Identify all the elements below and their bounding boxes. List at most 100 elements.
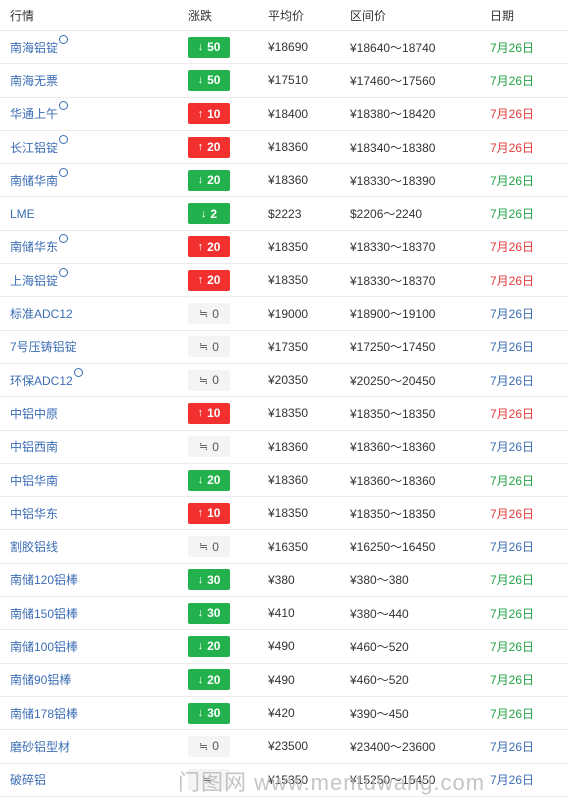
table-row[interactable]: 南储120铝棒 ↓ 30 ¥380 ¥380～380 7月26日 [0, 564, 568, 598]
quote-date: 7月26日 [490, 340, 535, 355]
price-range: ¥18350～18350 [350, 406, 436, 421]
arrow-up-icon: ↑ [197, 274, 204, 287]
row-change-cell: ↑ 20 [188, 236, 268, 258]
table-row[interactable]: 长江铝锭 ↑ 20 ¥18360 ¥18340～18380 7月26日 [0, 131, 568, 165]
price-range: ¥18900～19100 [350, 307, 436, 322]
arrow-down-icon: ↓ [197, 474, 204, 486]
market-link[interactable]: 中铝西南 [10, 438, 58, 455]
change-badge: ↑ 10 [188, 502, 230, 524]
table-row[interactable]: 南储178铝棒 ↓ 30 ¥420 ¥390～450 7月26日 [0, 697, 568, 731]
market-link[interactable]: 7号压铸铝锭 [10, 338, 77, 355]
market-link[interactable]: 标准ADC12 [10, 305, 73, 322]
change-value: 2 [210, 206, 218, 221]
market-link[interactable]: 南储华东 [10, 234, 69, 255]
change-badge: ≒ 0 [188, 336, 230, 358]
price-range: ¥18360～18360 [350, 473, 436, 488]
avg-price: ¥17350 [268, 339, 309, 354]
approx-equal-icon: ≒ [199, 341, 209, 354]
table-row[interactable]: 华通上午 ↑ 10 ¥18400 ¥18380～18420 7月26日 [0, 98, 568, 131]
quote-date: 7月26日 [490, 639, 535, 654]
market-link[interactable]: 中铝华东 [10, 505, 58, 522]
change-badge: ≒ 0 [188, 303, 230, 325]
row-name-cell: 中铝华南 [0, 472, 188, 489]
table-row[interactable]: 7号压铸铝锭 ≒ 0 ¥17350 ¥17250～17450 7月26日 [0, 331, 568, 364]
market-link[interactable]: LME [10, 207, 35, 221]
avg-price: ¥18350 [268, 506, 309, 521]
arrow-down-icon: ↓ [197, 607, 204, 620]
avg-price: ¥20350 [268, 373, 309, 388]
market-link[interactable]: 磨砂铝型材 [10, 738, 70, 755]
row-change-cell: ↑ 10 [188, 103, 268, 125]
market-link[interactable]: 南储178铝棒 [10, 705, 78, 722]
table-row[interactable]: 中铝华东 ↑ 10 ¥18350 ¥18350～18350 7月26日 [0, 497, 568, 531]
table-row[interactable]: 割胶铝线 ≒ 0 ¥16350 ¥16250～16450 7月26日 [0, 530, 568, 564]
avg-price: ¥18350 [268, 406, 309, 421]
market-link[interactable]: 上海铝锭 [10, 267, 69, 289]
change-badge: ↓ 2 [188, 203, 230, 225]
price-range: ¥460～520 [350, 639, 409, 654]
avg-price: ¥420 [268, 706, 295, 721]
market-link[interactable]: 南海铝锭 [10, 34, 69, 56]
change-badge: ↑ 20 [188, 236, 230, 258]
quote-date: 7月26日 [490, 606, 535, 621]
change-badge: ↑ 20 [188, 269, 230, 291]
market-link[interactable]: 南储100铝棒 [10, 638, 78, 655]
market-link[interactable]: 中铝中原 [10, 405, 58, 422]
market-link[interactable]: 破碎铝 [10, 771, 46, 788]
market-link[interactable]: 长江铝锭 [10, 134, 69, 156]
market-link[interactable]: 环保ADC12 [10, 367, 83, 389]
change-value: 30 [207, 572, 221, 587]
table-row[interactable]: 南储150铝棒 ↓ 30 ¥410 ¥380～440 7月26日 [0, 597, 568, 631]
market-name: 7号压铸铝锭 [10, 340, 77, 355]
row-name-cell: 上海铝锭 [0, 267, 188, 289]
table-row[interactable]: 中铝中原 ↑ 10 ¥18350 ¥18350～18350 7月26日 [0, 397, 568, 431]
market-name: 南储120铝棒 [10, 573, 79, 588]
table-row[interactable]: 南海铝锭 ↓ 50 ¥18690 ¥18640～18740 7月26日 [0, 31, 568, 65]
registered-mark-icon [59, 267, 69, 277]
approx-equal-icon: ≒ [199, 374, 209, 387]
header-range: 区间价 [350, 8, 387, 23]
table-row[interactable]: LME ↓ 2 $2223 $2206～2240 7月26日 [0, 197, 568, 231]
table-row[interactable]: 上海铝锭 ↑ 20 ¥18350 ¥18330～18370 7月26日 [0, 264, 568, 298]
market-link[interactable]: 华通上午 [10, 101, 69, 122]
arrow-up-icon: ↑ [197, 240, 204, 253]
table-row[interactable]: 磨砂铝型材 ≒ 0 ¥23500 ¥23400～23600 7月26日 [0, 730, 568, 764]
table-row[interactable]: 南储90铝棒 ↓ 20 ¥490 ¥460～520 7月26日 [0, 664, 568, 697]
market-link[interactable]: 南储90铝棒 [10, 671, 71, 688]
change-value: 10 [207, 506, 221, 521]
market-link[interactable]: 南储150铝棒 [10, 605, 78, 622]
price-range: ¥18360～18360 [350, 440, 436, 455]
market-link[interactable]: 南海无票 [10, 72, 58, 89]
header-change: 涨跌 [188, 8, 213, 23]
registered-mark-icon [59, 234, 69, 244]
table-row[interactable]: 南储华东 ↑ 20 ¥18350 ¥18330～18370 7月26日 [0, 231, 568, 265]
price-range: ¥17250～17450 [350, 340, 436, 355]
table-row[interactable]: 南海无票 ↓ 50 ¥17510 ¥17460～17560 7月26日 [0, 64, 568, 98]
quote-date: 7月26日 [490, 406, 535, 421]
row-change-cell: ≒ 0 [188, 336, 268, 358]
table-row[interactable]: 南储100铝棒 ↓ 20 ¥490 ¥460～520 7月26日 [0, 630, 568, 664]
change-value: 20 [207, 239, 221, 254]
registered-mark-icon [59, 167, 69, 177]
table-row[interactable]: 中铝西南 ≒ 0 ¥18360 ¥18360～18360 7月26日 [0, 431, 568, 464]
avg-price: ¥18360 [268, 439, 309, 454]
market-link[interactable]: 南储120铝棒 [10, 571, 78, 588]
row-change-cell: ↓ 50 [188, 36, 268, 58]
price-range: ¥20250～20450 [350, 373, 436, 388]
table-row[interactable]: 环保ADC12 ≒ 0 ¥20350 ¥20250～20450 7月26日 [0, 364, 568, 398]
change-value: 0 [212, 339, 219, 354]
market-link[interactable]: 中铝华南 [10, 472, 58, 489]
avg-price: ¥18360 [268, 473, 309, 487]
market-link[interactable]: 南储华南 [10, 167, 69, 189]
market-name: LME [10, 206, 35, 221]
avg-price: $2223 [268, 206, 302, 221]
quote-date: 7月26日 [490, 140, 535, 155]
change-value: 20 [207, 173, 221, 188]
table-row[interactable]: 标准ADC12 ≒ 0 ¥19000 ¥18900～19100 7月26日 [0, 297, 568, 331]
avg-price: ¥23500 [268, 739, 309, 754]
table-row[interactable]: 南储华南 ↓ 20 ¥18360 ¥18330～18390 7月26日 [0, 164, 568, 198]
market-link[interactable]: 割胶铝线 [10, 538, 58, 555]
row-name-cell: 华通上午 [0, 101, 188, 122]
arrow-up-icon: ↑ [197, 507, 204, 520]
table-row[interactable]: 中铝华南 ↓ 20 ¥18360 ¥18360～18360 7月26日 [0, 464, 568, 498]
